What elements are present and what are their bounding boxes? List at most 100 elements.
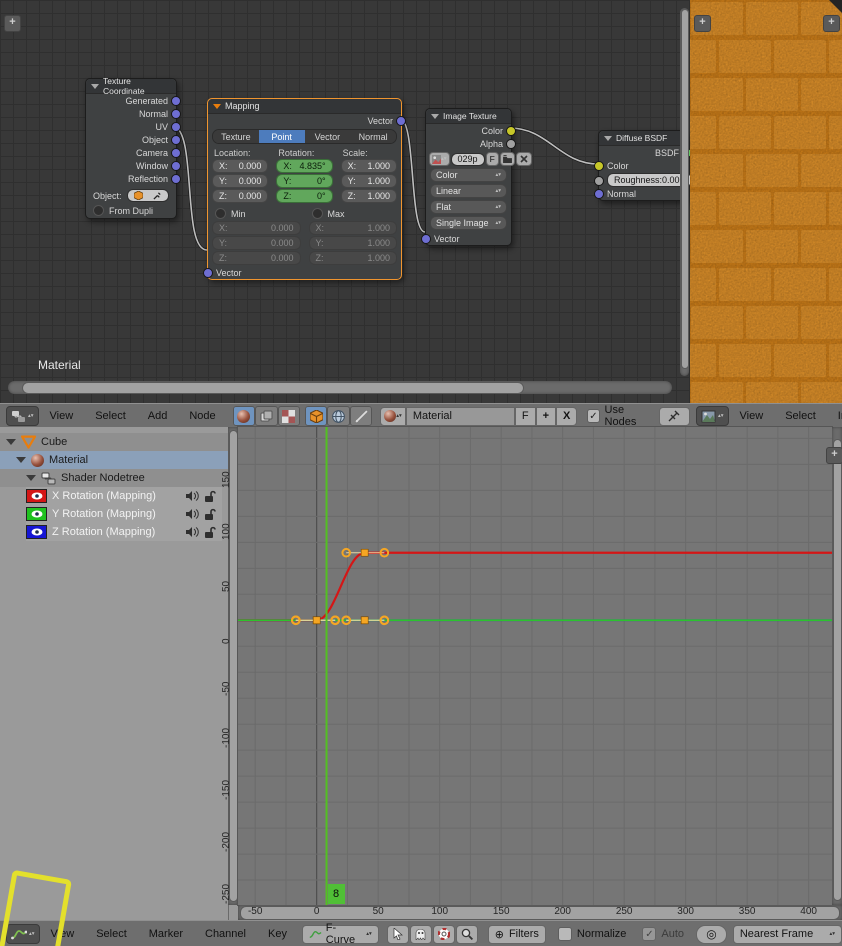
socket-camera[interactable] <box>171 148 181 158</box>
min-checkbox[interactable] <box>215 208 226 219</box>
socket-normal[interactable] <box>171 109 181 119</box>
mode-dropdown[interactable]: F-Curve ▴▾ <box>301 922 379 946</box>
fake-user-button[interactable]: F <box>485 152 499 166</box>
editor-type-button[interactable]: ▴▾ <box>696 406 729 426</box>
channel-row-cube[interactable]: Cube <box>0 433 228 451</box>
menu-image[interactable]: Image <box>838 410 842 422</box>
pin-button[interactable] <box>658 406 690 426</box>
lock-open-icon[interactable] <box>204 508 216 521</box>
graph-vscrollbar-left[interactable]: 150 100 50 0 -50 -100 -150 -200 -250 <box>221 427 238 905</box>
location-z-field[interactable]: Z: 0.000 <box>212 189 269 203</box>
color-space-select[interactable]: Color ▴▾ <box>430 168 507 182</box>
rotation-x-field[interactable]: X: 4.835° <box>276 159 333 173</box>
object-picker-field[interactable] <box>126 189 169 202</box>
region-expand-icon[interactable]: + <box>694 15 711 32</box>
eye-icon[interactable] <box>31 510 43 518</box>
graph-hscrollbar[interactable]: -50 0 50 100 150 200 250 300 350 400 <box>238 905 842 920</box>
linestyle-shader-toggle[interactable] <box>349 406 373 426</box>
menu-view[interactable]: View <box>740 410 764 422</box>
graph-vscrollbar-right[interactable] <box>832 427 842 905</box>
collapse-icon[interactable] <box>91 83 99 89</box>
scale-z-field[interactable]: Z: 1.000 <box>340 189 397 203</box>
collapse-icon[interactable] <box>431 113 439 119</box>
cursor-tool-button[interactable] <box>386 924 409 944</box>
socket-color-in[interactable] <box>594 161 604 171</box>
collapse-icon[interactable] <box>604 135 612 141</box>
min-y-field[interactable]: Y: 0.000 <box>212 236 301 250</box>
node-editor-hscrollbar[interactable] <box>8 381 672 394</box>
channel-row-z-rotation[interactable]: Z Rotation (Mapping) <box>26 523 222 541</box>
compositing-nodes-toggle[interactable] <box>255 406 278 426</box>
normalize-checkbox[interactable] <box>557 927 572 941</box>
region-expand-icon[interactable]: + <box>4 15 21 32</box>
vscrollbar-handle[interactable] <box>833 439 842 901</box>
from-dupli-checkbox[interactable] <box>93 205 104 216</box>
ghost-curves-button[interactable] <box>409 924 432 944</box>
socket-normal-in[interactable] <box>594 189 604 199</box>
type-point-button[interactable]: Point <box>258 130 305 143</box>
min-x-field[interactable]: X: 0.000 <box>212 221 301 235</box>
type-vector-button[interactable]: Vector <box>304 130 351 143</box>
menu-node[interactable]: Node <box>189 410 215 422</box>
lock-open-icon[interactable] <box>204 490 216 503</box>
rotation-z-field[interactable]: Z: 0° <box>276 189 333 203</box>
min-z-field[interactable]: Z: 0.000 <box>212 251 301 265</box>
scale-y-field[interactable]: Y: 1.000 <box>340 174 397 188</box>
location-x-field[interactable]: X: 0.000 <box>212 159 269 173</box>
fake-user-button[interactable]: F <box>514 406 536 426</box>
use-nodes-checkbox[interactable]: ✓ <box>587 409 600 423</box>
lifebuoy-button[interactable] <box>432 924 455 944</box>
image-name-field[interactable]: 029p <box>450 152 485 166</box>
editor-type-button[interactable]: ▴▾ <box>6 406 39 426</box>
lock-open-icon[interactable] <box>204 526 216 539</box>
socket-roughness-in[interactable] <box>594 176 604 186</box>
texture-nodes-toggle[interactable] <box>277 406 300 426</box>
shader-nodes-toggle[interactable] <box>232 406 256 426</box>
socket-vector-out[interactable] <box>396 116 406 126</box>
menu-select[interactable]: Select <box>96 928 127 940</box>
current-frame-badge[interactable]: 8 <box>327 884 345 904</box>
expand-icon[interactable] <box>6 439 16 445</box>
image-source-select[interactable]: Single Image ▴▾ <box>430 216 507 230</box>
projection-select[interactable]: Flat ▴▾ <box>430 200 507 214</box>
socket-uv[interactable] <box>171 122 181 132</box>
scale-x-field[interactable]: X: 1.000 <box>340 159 397 173</box>
channel-row-x-rotation[interactable]: X Rotation (Mapping) <box>26 487 222 505</box>
interpolation-select[interactable]: Linear ▴▾ <box>430 184 507 198</box>
max-z-field[interactable]: Z: 1.000 <box>308 251 397 265</box>
node-texture-coordinate[interactable]: Texture Coordinate Generated Normal UV O… <box>85 76 181 219</box>
filters-button[interactable]: ⊕ Filters <box>487 924 546 944</box>
speaker-icon[interactable] <box>185 508 199 520</box>
eye-icon[interactable] <box>31 528 43 536</box>
location-y-field[interactable]: Y: 0.000 <box>212 174 269 188</box>
world-shader-toggle[interactable] <box>327 406 350 426</box>
menu-add[interactable]: Add <box>148 410 168 422</box>
type-normal-button[interactable]: Normal <box>350 130 396 143</box>
speaker-icon[interactable] <box>185 526 199 538</box>
menu-channel[interactable]: Channel <box>205 928 246 940</box>
max-x-field[interactable]: X: 1.000 <box>308 221 397 235</box>
socket-reflection[interactable] <box>171 174 181 184</box>
menu-marker[interactable]: Marker <box>149 928 183 940</box>
unlink-material-button[interactable]: X <box>556 406 578 426</box>
hscrollbar-handle[interactable] <box>22 382 524 394</box>
node-diffuse-bsdf[interactable]: Diffuse BSDF BSDF Color Roughness: 0.000 … <box>594 130 690 201</box>
material-name-field[interactable]: Material <box>405 406 515 426</box>
menu-select[interactable]: Select <box>785 410 816 422</box>
new-material-button[interactable]: + <box>535 406 556 426</box>
channel-row-material[interactable]: Material <box>0 451 238 469</box>
socket-alpha-out[interactable] <box>506 139 516 149</box>
area-corner-widget[interactable] <box>829 0 842 13</box>
region-expand-icon[interactable]: + <box>823 15 840 32</box>
node-image-texture[interactable]: Image Texture Color Alpha ▴▾ 029p F Colo… <box>421 108 532 246</box>
menu-view[interactable]: View <box>50 410 74 422</box>
speaker-icon[interactable] <box>185 490 199 502</box>
fcurve-plot-region[interactable] <box>237 426 833 906</box>
socket-color-out[interactable] <box>506 126 516 136</box>
snap-target-button[interactable]: ◎ <box>696 924 727 944</box>
max-y-field[interactable]: Y: 1.000 <box>308 236 397 250</box>
socket-object[interactable] <box>171 135 181 145</box>
type-texture-button[interactable]: Texture <box>213 130 259 143</box>
eyedropper-icon[interactable] <box>153 191 162 200</box>
menu-select[interactable]: Select <box>95 410 126 422</box>
